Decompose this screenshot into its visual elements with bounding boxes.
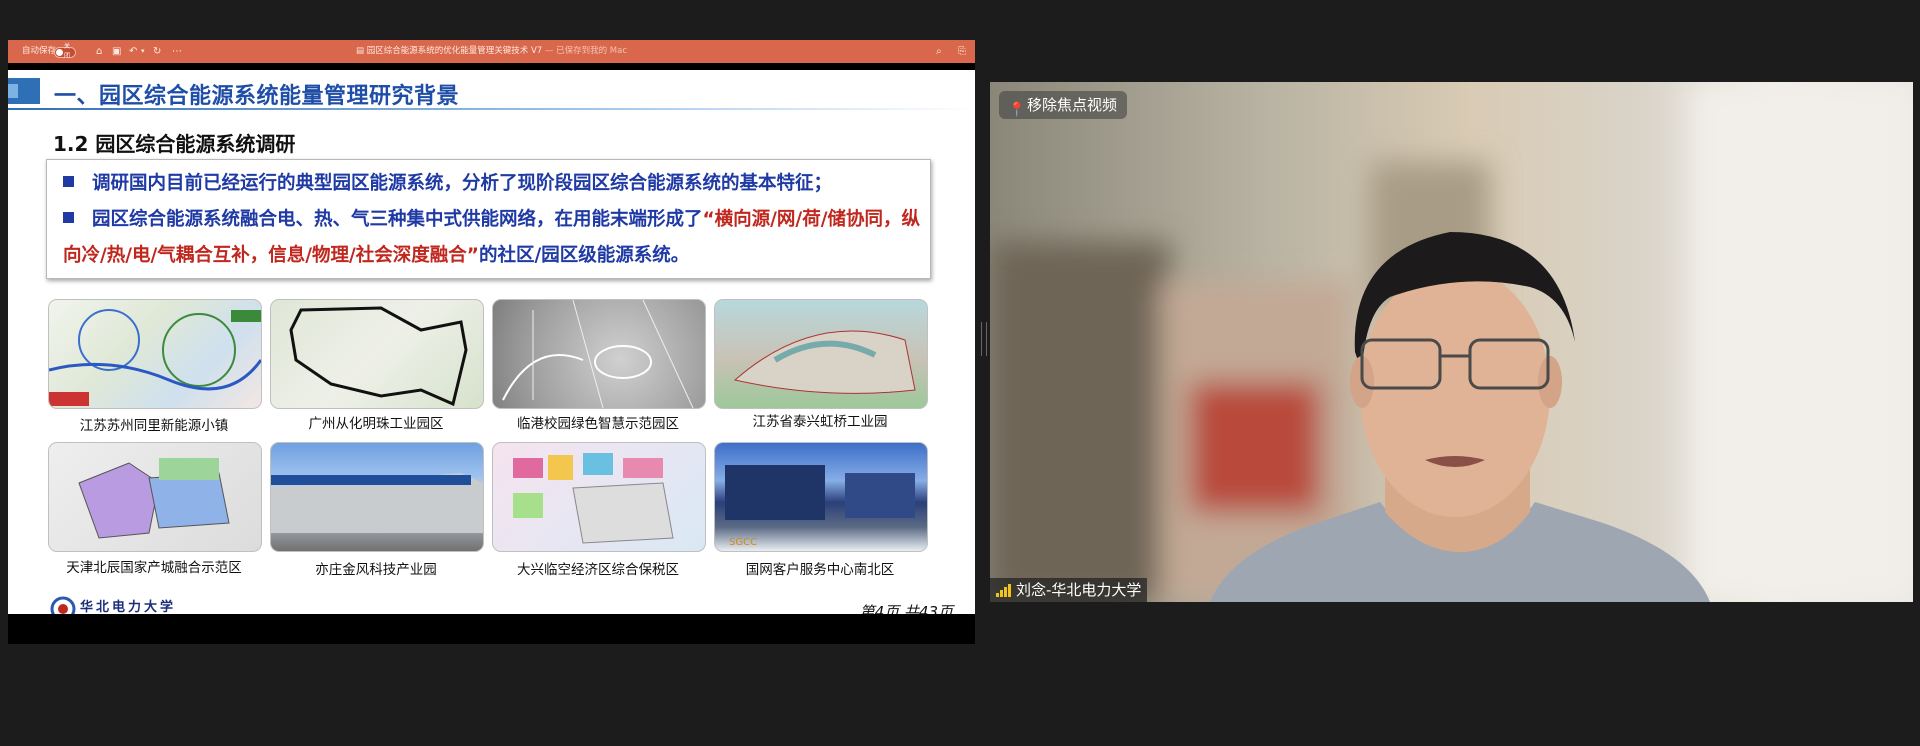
save-status: — 已保存到我的 Mac xyxy=(544,46,627,56)
shared-screen: 自动保存 关闭 ⌂ ▣ ↶ ▾ ↻ ⋯ ▤ 园区综合能源系统的优化能量管理关键技… xyxy=(8,40,975,644)
pin-icon: 📍 xyxy=(1008,102,1026,118)
participant-name-tag: 刘念-华北电力大学 xyxy=(990,578,1148,602)
park-image-conghua xyxy=(270,299,484,409)
park-image-beichen xyxy=(48,442,262,552)
bullet-1: 调研国内目前已经运行的典型园区能源系统，分析了现阶段园区综合能源系统的基本特征； xyxy=(63,166,832,202)
video-frame xyxy=(990,82,1913,602)
map-image xyxy=(49,309,261,406)
bullet-box: 调研国内目前已经运行的典型园区能源系统，分析了现阶段园区综合能源系统的基本特征；… xyxy=(46,159,931,279)
park-image-lingang xyxy=(492,299,706,409)
park-image-daxing xyxy=(492,442,706,552)
document-icon: ▤ xyxy=(356,46,367,56)
park-image-taixing xyxy=(714,299,928,409)
map-image xyxy=(502,300,694,408)
document-name: 园区综合能源系统的优化能量管理关键技术 V7 xyxy=(366,46,543,56)
caption-8: 国网客户服务中心南北区 xyxy=(745,562,895,578)
split-view-handle[interactable] xyxy=(981,322,987,356)
participant-video[interactable]: 📍 移除焦点视频 刘念-华北电力大学 xyxy=(990,82,1913,602)
signal-strength-icon xyxy=(996,584,1011,597)
bullet-2: 园区综合能源系统融合电、热、气三种集中式供能网络，在用能末端形成了“横向源/网/… xyxy=(63,202,923,274)
map-image xyxy=(78,458,230,539)
photo-image xyxy=(271,473,483,533)
park-image-sgcc: SGCC xyxy=(714,442,928,552)
share-icon[interactable]: ⎘ xyxy=(958,40,966,63)
bullet-square-icon xyxy=(63,176,74,187)
presentation-slide: 一、园区综合能源系统能量管理研究背景 1.2 园区综合能源系统调研 调研国内目前… xyxy=(8,70,975,614)
page-counter: 第4页 共43页 xyxy=(859,603,953,614)
title-rule xyxy=(8,108,975,110)
bullet-2-text: 园区综合能源系统融合电、热、气三种集中式供能网络，在用能末端形成了 xyxy=(92,209,703,230)
caption-7: 大兴临空经济区综合保税区 xyxy=(517,562,679,578)
window-titlebar: 自动保存 关闭 ⌂ ▣ ↶ ▾ ↻ ⋯ ▤ 园区综合能源系统的优化能量管理关键技… xyxy=(8,40,975,63)
park-image-tongli xyxy=(48,299,262,409)
university-logo: 华北电力大学 NORTH CHINA ELECTRIC POWER UNIVER… xyxy=(50,596,200,614)
logo-text: 华北电力大学 xyxy=(80,599,176,614)
unpin-label: 移除焦点视频 xyxy=(1027,96,1118,114)
bullet-2-highlight: “横向源/网/荷 xyxy=(702,209,821,230)
slide-title: 一、园区综合能源系统能量管理研究背景 xyxy=(54,84,460,109)
bullet-square-icon xyxy=(63,212,74,223)
park-image-goldwind xyxy=(270,442,484,552)
svg-text:SGCC: SGCC xyxy=(729,537,757,548)
caption-2: 广州从化明珠工业园区 xyxy=(308,416,444,432)
caption-3: 临港校园绿色智慧示范园区 xyxy=(517,416,679,432)
title-accent-stripe xyxy=(8,84,18,98)
bullet-2-text-end: 的社区/园区级能源系统。 xyxy=(478,245,690,266)
document-title: ▤ 园区综合能源系统的优化能量管理关键技术 V7 — 已保存到我的 Mac xyxy=(8,40,975,63)
map-image xyxy=(289,306,468,407)
map-image xyxy=(513,453,674,544)
caption-5: 天津北辰国家产城融合示范区 xyxy=(66,560,242,576)
caption-4: 江苏省泰兴虹桥工业园 xyxy=(752,414,888,430)
caption-6: 亦庄金风科技产业园 xyxy=(315,562,437,578)
person-face xyxy=(1360,267,1550,517)
bullet-1-text: 调研国内目前已经运行的典型园区能源系统，分析了现阶段园区综合能源系统的基本特征； xyxy=(92,173,833,194)
slide-subtitle: 1.2 园区综合能源系统调研 xyxy=(53,132,296,156)
map-image xyxy=(733,330,916,394)
participant-name: 刘念-华北电力大学 xyxy=(1016,581,1142,599)
search-icon[interactable]: ⌕ xyxy=(936,40,942,63)
caption-1: 江苏苏州同里新能源小镇 xyxy=(79,418,229,434)
logo-emblem: 华北电力大学 NORTH CHINA ELECTRIC POWER UNIVER… xyxy=(50,596,176,614)
unpin-focus-button[interactable]: 📍 移除焦点视频 xyxy=(999,91,1128,119)
photo-image: SGCC xyxy=(725,465,915,548)
